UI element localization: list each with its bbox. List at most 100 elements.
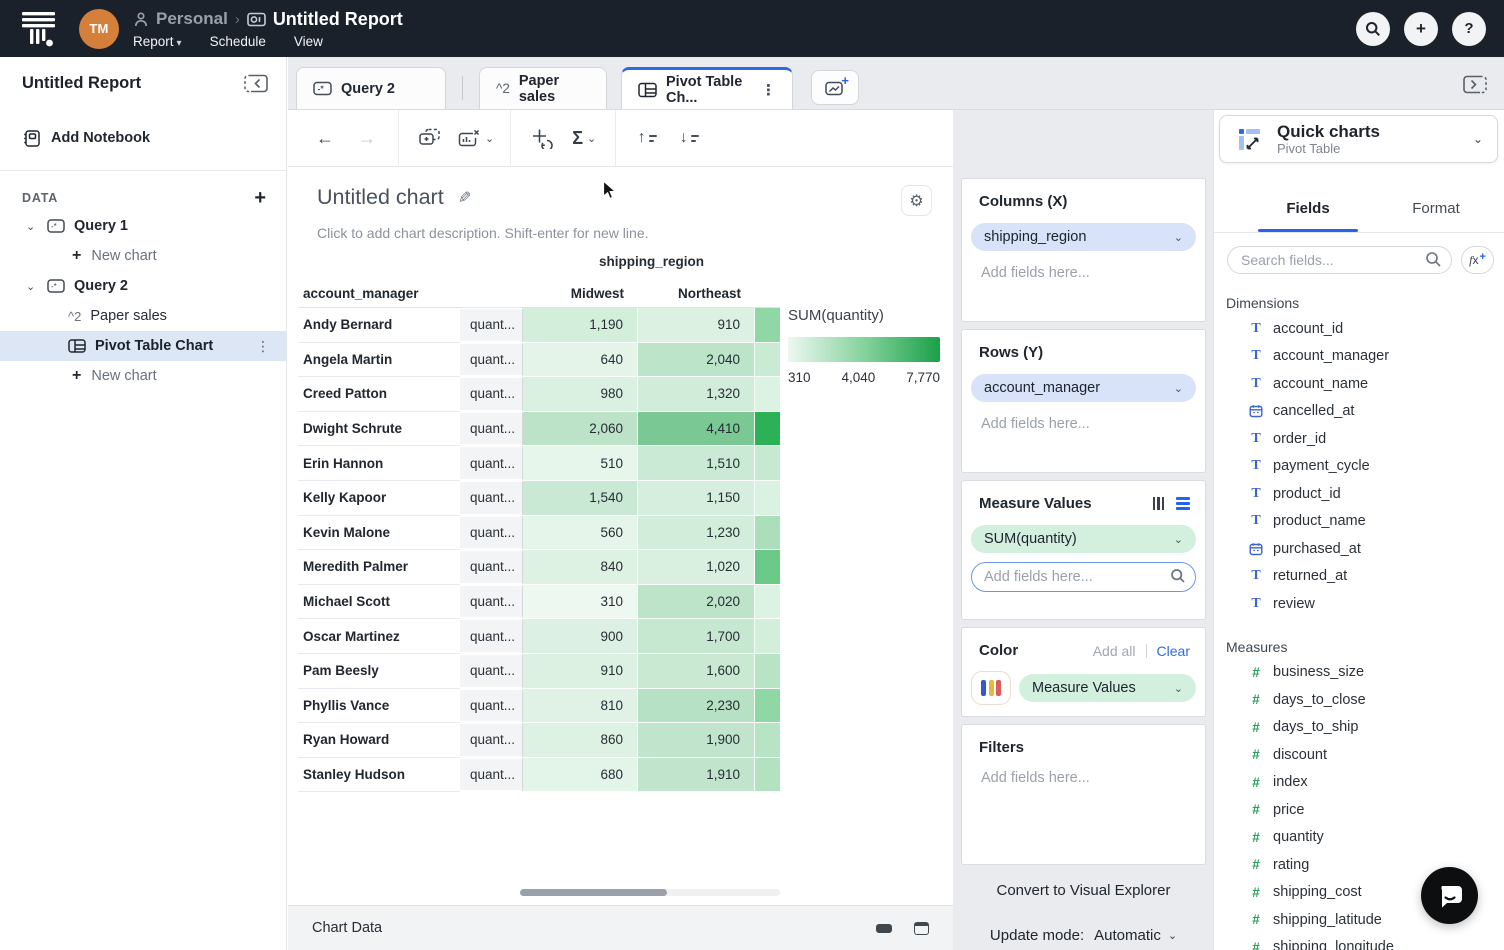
- sidebar-item-query-2[interactable]: ⌄ -* Query 2: [0, 271, 286, 301]
- chart-data-label[interactable]: Chart Data: [312, 920, 382, 936]
- column-header-midwest[interactable]: Midwest: [523, 286, 638, 301]
- measure-item-quantity[interactable]: #quantity: [1214, 824, 1504, 852]
- sidebar-item-paper-sales[interactable]: ^2 Paper sales: [0, 301, 286, 331]
- dimension-item-cancelled_at[interactable]: cancelled_at: [1214, 398, 1504, 426]
- pivot-cell-value[interactable]: 560: [523, 516, 638, 551]
- kebab-menu-icon[interactable]: ⋮: [256, 338, 270, 355]
- tab-format[interactable]: Format: [1372, 185, 1500, 232]
- add-notebook-button[interactable]: Add Notebook: [0, 122, 286, 154]
- menu-schedule[interactable]: Schedule: [210, 34, 266, 49]
- pivot-row-name[interactable]: Kelly Kapoor: [298, 481, 460, 516]
- dimension-item-payment_cycle[interactable]: Tpayment_cycle: [1214, 453, 1504, 481]
- measure-item-discount[interactable]: #discount: [1214, 741, 1504, 769]
- pivot-row-name[interactable]: Pam Beesly: [298, 654, 460, 689]
- pivot-cell-value[interactable]: 900: [523, 619, 638, 654]
- undo-button[interactable]: ←: [310, 121, 340, 155]
- columns-x-pill-shipping-region[interactable]: shipping_region ⌄: [971, 223, 1196, 251]
- update-mode-dropdown[interactable]: Automatic ⌄: [1094, 927, 1177, 944]
- pivot-cell-value[interactable]: 640: [523, 343, 638, 378]
- pivot-cell-value[interactable]: 680: [523, 758, 638, 793]
- rows-y-pill-account-manager[interactable]: account_manager ⌄: [971, 374, 1196, 402]
- chevron-down-icon[interactable]: ⌄: [26, 220, 40, 233]
- tab-paper-sales[interactable]: ^2 Paper sales: [479, 67, 607, 109]
- pivot-cell-value[interactable]: 1,910: [638, 758, 755, 793]
- tab-fields[interactable]: Fields: [1244, 185, 1372, 232]
- row-dimension-header[interactable]: account_manager: [298, 286, 460, 301]
- clear-link[interactable]: Clear: [1157, 643, 1190, 659]
- pivot-cell-value[interactable]: 2,060: [523, 412, 638, 447]
- pivot-cell-value[interactable]: 1,510: [638, 446, 755, 481]
- horizontal-scrollbar[interactable]: [520, 889, 780, 896]
- expand-right-panel-button[interactable]: [1461, 72, 1489, 96]
- edit-pencil-icon[interactable]: ✎: [458, 188, 471, 208]
- breadcrumb-report-title[interactable]: Untitled Report: [273, 9, 403, 30]
- measure-item-price[interactable]: #price: [1214, 796, 1504, 824]
- chart-type-selector[interactable]: Quick charts Pivot Table ⌄: [1219, 115, 1498, 163]
- chevron-down-icon[interactable]: ⌄: [26, 280, 40, 293]
- tab-query-2[interactable]: -* Query 2: [296, 67, 446, 109]
- collapse-sidebar-button[interactable]: [242, 72, 270, 96]
- pivot-row-name[interactable]: Stanley Hudson: [298, 758, 460, 793]
- kebab-menu-icon[interactable]: ⋮: [761, 81, 776, 99]
- breadcrumb-workspace[interactable]: Personal: [156, 9, 228, 29]
- rows-y-dropzone[interactable]: Add fields here...: [971, 402, 1196, 432]
- chart-title[interactable]: Untitled chart: [317, 185, 444, 210]
- new-chart-tab-button[interactable]: +: [811, 70, 859, 105]
- pivot-cell-value[interactable]: 1,320: [638, 377, 755, 412]
- add-button[interactable]: +: [1404, 12, 1438, 46]
- dimension-item-returned_at[interactable]: Treturned_at: [1214, 563, 1504, 591]
- menu-view[interactable]: View: [294, 34, 323, 49]
- duplicate-chart-button[interactable]: [415, 121, 445, 155]
- measure-pill-sum-quantity[interactable]: SUM(quantity) ⌄: [971, 525, 1196, 553]
- dimension-item-product_name[interactable]: Tproduct_name: [1214, 508, 1504, 536]
- pivot-cell-value[interactable]: 810: [523, 689, 638, 724]
- pivot-row-name[interactable]: Michael Scott: [298, 585, 460, 620]
- measure-item-index[interactable]: #index: [1214, 769, 1504, 797]
- pivot-cell-value[interactable]: 4,410: [638, 412, 755, 447]
- pivot-cell-value[interactable]: 2,040: [638, 343, 755, 378]
- pivot-cell-value[interactable]: 1,190: [523, 308, 638, 343]
- sidebar-item-new-chart-1[interactable]: + New chart: [0, 241, 286, 271]
- sidebar-item-query-1[interactable]: ⌄ -* Query 1: [0, 211, 286, 241]
- add-formula-button[interactable]: fx+: [1461, 246, 1494, 274]
- aggregate-button[interactable]: Σ ⌄: [569, 121, 599, 155]
- sort-ascending-button[interactable]: ↑: [632, 121, 662, 155]
- pivot-cell-value[interactable]: 1,900: [638, 723, 755, 758]
- chat-support-button[interactable]: [1421, 867, 1478, 924]
- convert-to-visual-explorer-button[interactable]: Convert to Visual Explorer: [961, 882, 1206, 899]
- pivot-row-name[interactable]: Erin Hannon: [298, 446, 460, 481]
- pivot-row-name[interactable]: Kevin Malone: [298, 516, 460, 551]
- swap-axes-button[interactable]: [527, 121, 557, 155]
- maximize-panel-icon[interactable]: [914, 922, 929, 935]
- pivot-row-name[interactable]: Creed Patton: [298, 377, 460, 412]
- pivot-cell-value[interactable]: 1,150: [638, 481, 755, 516]
- columns-layout-icon[interactable]: [1153, 497, 1165, 510]
- pivot-cell-value[interactable]: 910: [523, 654, 638, 689]
- user-avatar[interactable]: TM: [79, 9, 119, 49]
- redo-button[interactable]: →: [352, 121, 382, 155]
- dimension-item-order_id[interactable]: Torder_id: [1214, 425, 1504, 453]
- pivot-cell-value[interactable]: 310: [523, 585, 638, 620]
- pivot-cell-value[interactable]: 860: [523, 723, 638, 758]
- measure-item-shipping_longitude[interactable]: #shipping_longitude: [1214, 934, 1504, 950]
- pivot-cell-value[interactable]: 510: [523, 446, 638, 481]
- filters-dropzone[interactable]: Add fields here...: [971, 756, 1196, 786]
- pivot-row-name[interactable]: Meredith Palmer: [298, 550, 460, 585]
- pivot-cell-value[interactable]: 2,230: [638, 689, 755, 724]
- dimension-item-account_manager[interactable]: Taccount_manager: [1214, 343, 1504, 371]
- add-measure-field-input[interactable]: [971, 562, 1196, 592]
- pivot-cell-value[interactable]: 980: [523, 377, 638, 412]
- add-all-link[interactable]: Add all: [1093, 643, 1136, 659]
- tab-pivot-table-chart[interactable]: Pivot Table Ch... ⋮: [621, 67, 793, 109]
- add-data-button[interactable]: +: [254, 188, 266, 208]
- pivot-row-name[interactable]: Angela Martin: [298, 343, 460, 378]
- pivot-row-name[interactable]: Andy Bernard: [298, 308, 460, 343]
- pivot-cell-value[interactable]: 1,600: [638, 654, 755, 689]
- menu-report[interactable]: Report▾: [133, 34, 182, 49]
- column-header-northeast[interactable]: Northeast: [638, 286, 755, 301]
- measure-item-days_to_close[interactable]: #days_to_close: [1214, 686, 1504, 714]
- pivot-cell-value[interactable]: 1,700: [638, 619, 755, 654]
- search-button[interactable]: [1356, 12, 1390, 46]
- dimension-item-account_id[interactable]: Taccount_id: [1214, 315, 1504, 343]
- pivot-cell-value[interactable]: 1,540: [523, 481, 638, 516]
